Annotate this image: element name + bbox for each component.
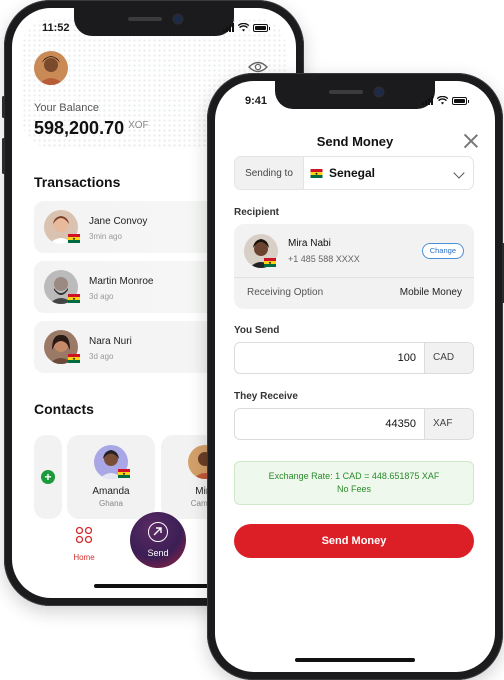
status-bar: 11:52 <box>12 22 296 38</box>
transaction-name: Nara Nuri <box>89 336 132 347</box>
receiving-option-value[interactable]: Mobile Money <box>400 287 462 298</box>
ghana-flag-icon <box>264 258 276 267</box>
send-button-label: Send <box>147 548 169 558</box>
transaction-name: Jane Convoy <box>89 216 148 227</box>
eye-icon[interactable] <box>248 60 268 74</box>
wifi-icon <box>437 96 448 105</box>
transactions-title: Transactions <box>34 174 121 190</box>
contact-card[interactable]: Amanda Ghana <box>67 435 155 519</box>
home-indicator <box>295 658 415 662</box>
recipient-card: Mira Nabi +1 485 588 XXXX Change Receivi… <box>234 224 474 309</box>
status-time: 9:41 <box>245 95 268 107</box>
plus-icon: + <box>41 470 55 484</box>
exchange-rate-box: Exchange Rate: 1 CAD = 448.651875 XAF No… <box>234 461 474 505</box>
ghana-flag-icon <box>68 354 80 363</box>
status-time: 11:52 <box>42 22 70 34</box>
balance-value: 598,200.70 XOF <box>34 118 149 138</box>
transaction-name: Martin Monroe <box>89 276 154 287</box>
you-send-currency[interactable]: CAD <box>424 343 473 373</box>
profile-avatar[interactable] <box>34 51 68 85</box>
contact-name: Amanda <box>92 486 130 497</box>
send-arrow-icon <box>148 522 168 542</box>
balance-label: Your Balance <box>34 102 100 114</box>
sending-to-select[interactable]: Sending to Senegal <box>234 156 474 190</box>
contact-country: Ghana <box>98 499 124 508</box>
recipient-name: Mira Nabi <box>288 238 331 249</box>
send-button[interactable]: Send <box>130 512 186 568</box>
recipient-phone: +1 485 588 XXXX <box>288 254 360 264</box>
ghana-flag-icon <box>68 234 80 243</box>
ghana-flag-icon <box>310 169 323 178</box>
transaction-time: 3d ago <box>89 292 114 301</box>
transaction-time: 3d ago <box>89 352 114 361</box>
ghana-flag-icon <box>68 294 80 303</box>
home-indicator <box>94 584 214 588</box>
they-receive-label: They Receive <box>234 391 298 402</box>
balance-currency: XOF <box>128 120 149 131</box>
send-money-screen: 9:41 Send Money Sending to Senegal Recip… <box>215 81 495 672</box>
they-receive-currency[interactable]: XAF <box>424 409 473 439</box>
add-contact-button[interactable]: + <box>34 435 62 519</box>
cellular-icon <box>422 96 433 105</box>
status-bar: 9:41 <box>215 95 495 111</box>
contacts-title: Contacts <box>34 401 94 417</box>
nav-home[interactable]: Home <box>62 526 106 562</box>
you-send-amount[interactable]: 100 <box>235 343 424 373</box>
home-grid-icon <box>75 526 93 544</box>
they-receive-amount[interactable]: 44350 <box>235 409 424 439</box>
send-money-button[interactable]: Send Money <box>234 524 474 558</box>
you-send-label: You Send <box>234 325 280 336</box>
exchange-rate-text: Exchange Rate: 1 CAD = 448.651875 XAF <box>268 471 440 481</box>
transaction-time: 3min ago <box>89 232 122 241</box>
wifi-icon <box>238 23 249 32</box>
fees-text: No Fees <box>336 484 371 494</box>
ghana-flag-icon <box>118 469 130 478</box>
sending-to-country: Senegal <box>329 166 376 180</box>
phone-side-button <box>2 138 5 174</box>
cellular-icon <box>223 23 234 32</box>
send-phone-frame: 9:41 Send Money Sending to Senegal Recip… <box>207 73 504 680</box>
close-icon[interactable] <box>463 133 479 149</box>
recipient-label: Recipient <box>234 207 280 218</box>
divider <box>234 277 474 278</box>
battery-icon <box>253 23 270 32</box>
nav-home-label: Home <box>73 553 95 562</box>
receiving-option-label: Receiving Option <box>247 287 324 298</box>
page-title: Send Money <box>316 134 394 149</box>
they-receive-field[interactable]: 44350 XAF <box>234 408 474 440</box>
sending-to-label: Sending to <box>235 157 304 189</box>
phone-side-button <box>2 96 5 118</box>
battery-icon <box>452 96 469 105</box>
change-recipient-button[interactable]: Change <box>421 243 464 259</box>
you-send-field[interactable]: 100 CAD <box>234 342 474 374</box>
